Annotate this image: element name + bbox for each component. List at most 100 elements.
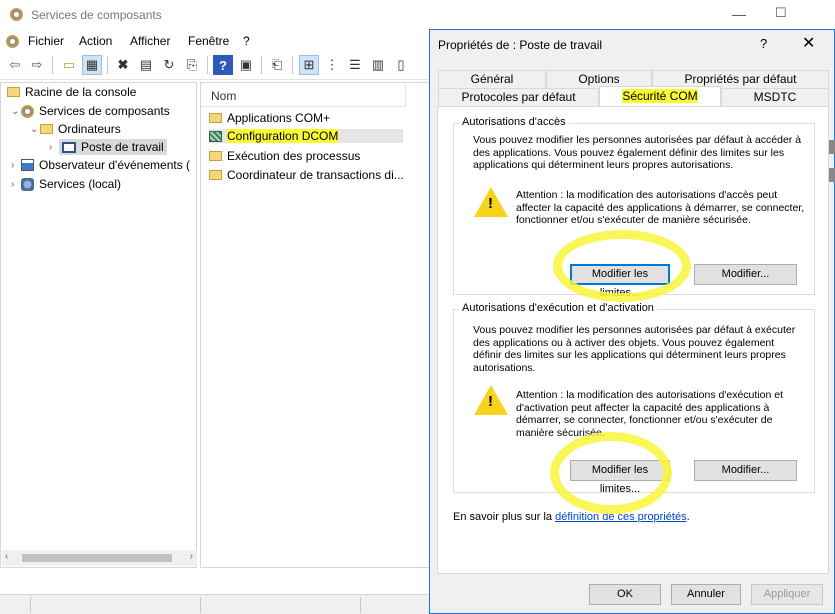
folder-icon	[7, 87, 20, 97]
toolbar-separator	[261, 56, 262, 74]
dcom-config-icon	[209, 130, 222, 142]
tab-general[interactable]: Général	[438, 70, 546, 89]
list-item-label: Applications COM+	[227, 111, 331, 125]
delete-icon[interactable]: ✖	[113, 55, 133, 75]
learn-more-text: En savoir plus sur la définition de ces …	[453, 511, 813, 524]
tab-default-protocols[interactable]: Protocoles par défaut	[438, 88, 599, 107]
console-icon[interactable]: ▣	[236, 55, 256, 75]
main-titlebar: Services de composants — ☐	[0, 0, 835, 30]
background-window-edge	[829, 140, 835, 154]
large-icons-view-icon[interactable]: ⊞	[299, 55, 319, 75]
new-window-icon[interactable]: ⎗	[267, 55, 287, 75]
background-window-edge	[829, 168, 835, 182]
refresh-icon[interactable]: ↻	[159, 55, 179, 75]
status-bar	[0, 594, 430, 614]
group-label: Autorisations d'accès	[459, 116, 569, 128]
scroll-left-icon[interactable]: ‹	[5, 551, 8, 562]
show-hide-tree-icon[interactable]: ▦	[82, 55, 102, 75]
close-icon[interactable]: ✕	[802, 33, 815, 53]
folder-icon	[209, 113, 222, 123]
list-item[interactable]: Applications COM+	[209, 111, 330, 125]
export-list-icon[interactable]: ⎘	[182, 55, 202, 75]
learn-more-suffix: .	[686, 511, 690, 523]
access-warning: Attention : la modification des autorisa…	[516, 189, 805, 226]
launch-description: Vous pouvez modifier les personnes autor…	[473, 324, 796, 374]
menu-fichier[interactable]: Fichier	[28, 34, 64, 48]
scrollbar-thumb[interactable]	[22, 554, 172, 562]
cancel-button[interactable]: Annuler	[671, 584, 741, 605]
chevron-down-icon[interactable]: ⌄	[30, 124, 40, 135]
properties-dialog: Propriétés de : Poste de travail ? ✕ Gén…	[429, 29, 835, 614]
toolbar-separator	[52, 56, 53, 74]
details-view-icon[interactable]: ▥	[368, 55, 388, 75]
access-description: Vous pouvez modifier les personnes autor…	[473, 134, 802, 171]
list-item-selected[interactable]: Configuration DCOM	[209, 129, 403, 143]
up-folder-icon[interactable]: ▭	[59, 55, 79, 75]
tree-node-root[interactable]: Racine de la console	[7, 85, 136, 99]
access-edit-button[interactable]: Modifier...	[694, 264, 797, 285]
tree-label-root: Racine de la console	[25, 85, 137, 99]
scroll-right-icon[interactable]: ›	[190, 551, 193, 562]
computer-icon	[62, 141, 76, 153]
ok-button[interactable]: OK	[589, 584, 661, 605]
properties-icon[interactable]: ▤	[136, 55, 156, 75]
group-label: Autorisations d'exécution et d'activatio…	[459, 302, 657, 314]
list-item[interactable]: Coordinateur de transactions di...	[209, 168, 404, 182]
tree-horizontal-scrollbar[interactable]: ‹ ›	[2, 550, 197, 566]
forward-icon[interactable]: ⇨	[27, 55, 47, 75]
maximize-icon[interactable]: ☐	[775, 5, 787, 21]
window-title: Services de composants	[31, 8, 162, 22]
menu-afficher[interactable]: Afficher	[130, 34, 170, 48]
toolbar-separator	[207, 56, 208, 74]
status-divider	[200, 597, 201, 613]
launch-edit-button[interactable]: Modifier...	[694, 460, 797, 481]
highlight-circle	[550, 432, 672, 514]
toolbar-separator	[107, 56, 108, 74]
list-item-label: Configuration DCOM	[227, 129, 339, 143]
tab-com-security[interactable]: Sécurité COM	[599, 86, 721, 108]
folder-icon	[40, 124, 53, 134]
back-icon[interactable]: ⇦	[5, 55, 25, 75]
help-icon[interactable]: ?	[213, 55, 233, 75]
highlight-circle	[553, 230, 691, 302]
apply-button[interactable]: Appliquer	[751, 584, 823, 605]
folder-icon	[209, 170, 222, 180]
help-button[interactable]: ?	[760, 36, 767, 51]
tree-label-computers: Ordinateurs	[58, 122, 121, 136]
menu-fenetre[interactable]: Fenêtre	[188, 34, 229, 48]
toolbar-separator	[292, 56, 293, 74]
list-item-label: Exécution des processus	[227, 149, 361, 163]
tree-label-my-computer: Poste de travail	[81, 140, 164, 154]
menu-action[interactable]: Action	[79, 34, 112, 48]
warning-icon: !	[474, 187, 508, 217]
minimize-icon[interactable]: —	[732, 6, 746, 22]
tree-label-component-services: Services de composants	[39, 104, 170, 118]
tree-selected-item[interactable]: Poste de travail	[59, 139, 167, 155]
column-header-name[interactable]: Nom	[201, 83, 406, 107]
list-pane: Nom Applications COM+ Configuration DCOM…	[200, 82, 430, 568]
chevron-right-icon[interactable]: ›	[11, 160, 21, 171]
split-view-icon[interactable]: ▯	[391, 55, 411, 75]
tree-node-event-viewer[interactable]: › Observateur d'événements (	[11, 158, 190, 172]
tab-msdtc[interactable]: MSDTC	[721, 88, 829, 107]
launch-warning: Attention : la modification des autorisa…	[516, 389, 783, 439]
tree-node-component-services[interactable]: ⌄ Services de composants	[11, 104, 170, 118]
list-item[interactable]: Exécution des processus	[209, 149, 360, 163]
tree-node-my-computer[interactable]: › Poste de travail	[49, 139, 167, 155]
menu-help[interactable]: ?	[243, 34, 250, 48]
tree-pane: Racine de la console ⌄ Services de compo…	[0, 82, 197, 568]
learn-more-prefix: En savoir plus sur la	[453, 511, 556, 523]
console-menu-icon[interactable]	[6, 35, 19, 48]
chevron-right-icon[interactable]: ›	[11, 179, 21, 190]
tree-node-local-services[interactable]: › Services (local)	[11, 177, 121, 191]
status-divider	[30, 597, 31, 613]
chevron-down-icon[interactable]: ⌄	[11, 106, 21, 117]
folder-icon	[209, 151, 222, 161]
tab-com-security-label: Sécurité COM	[622, 89, 698, 103]
component-services-icon	[21, 104, 34, 118]
status-divider	[360, 597, 361, 613]
chevron-right-icon[interactable]: ›	[49, 142, 59, 153]
tree-node-computers[interactable]: ⌄ Ordinateurs	[30, 122, 121, 136]
small-icons-view-icon[interactable]: ⋮	[322, 55, 342, 75]
list-view-icon[interactable]: ☰	[345, 55, 365, 75]
